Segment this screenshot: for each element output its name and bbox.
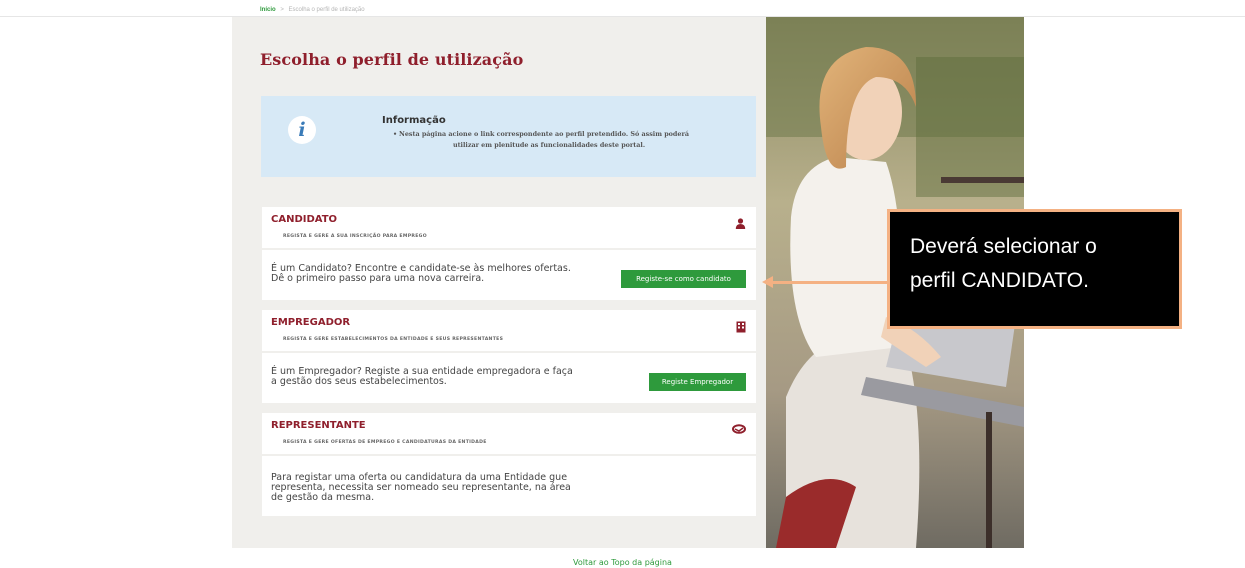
representante-card-header: REPRESENTANTE REGISTA E GERE OFERTAS DE … <box>262 413 756 454</box>
info-bullet: • <box>393 130 398 138</box>
candidato-subtitle: REGISTA E GERE A SUA INSCRIÇÃO PARA EMPR… <box>283 234 427 239</box>
user-icon <box>735 218 746 229</box>
representante-description: Para registar uma oferta ou candidatura … <box>271 473 571 503</box>
register-candidate-button[interactable]: Registe-se como candidato <box>621 270 746 288</box>
empregador-title: EMPREGADOR <box>271 317 351 328</box>
candidato-description: É um Candidato? Encontre e candidate-se … <box>271 264 571 284</box>
building-icon <box>736 321 746 333</box>
info-icon: i <box>288 116 316 144</box>
breadcrumb-home-link[interactable]: Início <box>260 7 276 13</box>
empregador-card-header: EMPREGADOR REGISTA E GERE ESTABELECIMENT… <box>262 310 756 351</box>
empregador-subtitle: REGISTA E GERE ESTABELECIMENTOS DA ENTID… <box>283 337 504 342</box>
candidato-text-line2: Dê o primeiro passo para uma nova carrei… <box>271 273 485 284</box>
callout-box: Deverá selecionar o perfil CANDIDATO. <box>887 209 1182 329</box>
representante-title: REPRESENTANTE <box>271 420 366 431</box>
page-title: Escolha o perfil de utilização <box>260 50 524 69</box>
representante-text-line3: de gestão da mesma. <box>271 492 375 503</box>
representante-subtitle: REGISTA E GERE OFERTAS DE EMPREGO E CAND… <box>283 440 487 445</box>
empregador-text-line2: a gestão dos seus estabelecimentos. <box>271 376 447 387</box>
callout-arrow-line <box>772 281 887 284</box>
info-title: Informação <box>382 115 446 126</box>
register-employer-button[interactable]: Registe Empregador <box>649 373 746 391</box>
breadcrumb-separator: > <box>280 7 284 13</box>
candidato-card-body: É um Candidato? Encontre e candidate-se … <box>262 250 756 300</box>
callout-arrow-head <box>762 276 773 288</box>
callout-line2: perfil CANDIDATO. <box>910 269 1089 292</box>
representante-card-body: Para registar uma oferta ou candidatura … <box>262 456 756 516</box>
info-line2: utilizar em plenitude as funcionalidades… <box>452 141 646 149</box>
breadcrumb: Início > Escolha o perfil de utilização <box>260 4 365 16</box>
candidato-card-header: CANDIDATO REGISTA E GERE A SUA INSCRIÇÃO… <box>262 207 756 248</box>
info-box: i Informação • Nesta página acione o lin… <box>261 96 756 177</box>
candidato-title: CANDIDATO <box>271 214 338 225</box>
breadcrumb-current: Escolha o perfil de utilização <box>288 7 365 13</box>
info-line1: Nesta página acione o link correspondent… <box>399 130 689 138</box>
callout-line1: Deverá selecionar o <box>910 235 1097 258</box>
empregador-description: É um Empregador? Registe a sua entidade … <box>271 367 573 387</box>
empregador-card-body: É um Empregador? Registe a sua entidade … <box>262 353 756 403</box>
handshake-icon <box>732 424 746 434</box>
callout-text: Deverá selecionar o perfil CANDIDATO. <box>910 230 1180 298</box>
info-text: • Nesta página acione o link corresponde… <box>393 129 729 151</box>
back-to-top-link[interactable]: Voltar ao Topo da página <box>0 558 1245 567</box>
